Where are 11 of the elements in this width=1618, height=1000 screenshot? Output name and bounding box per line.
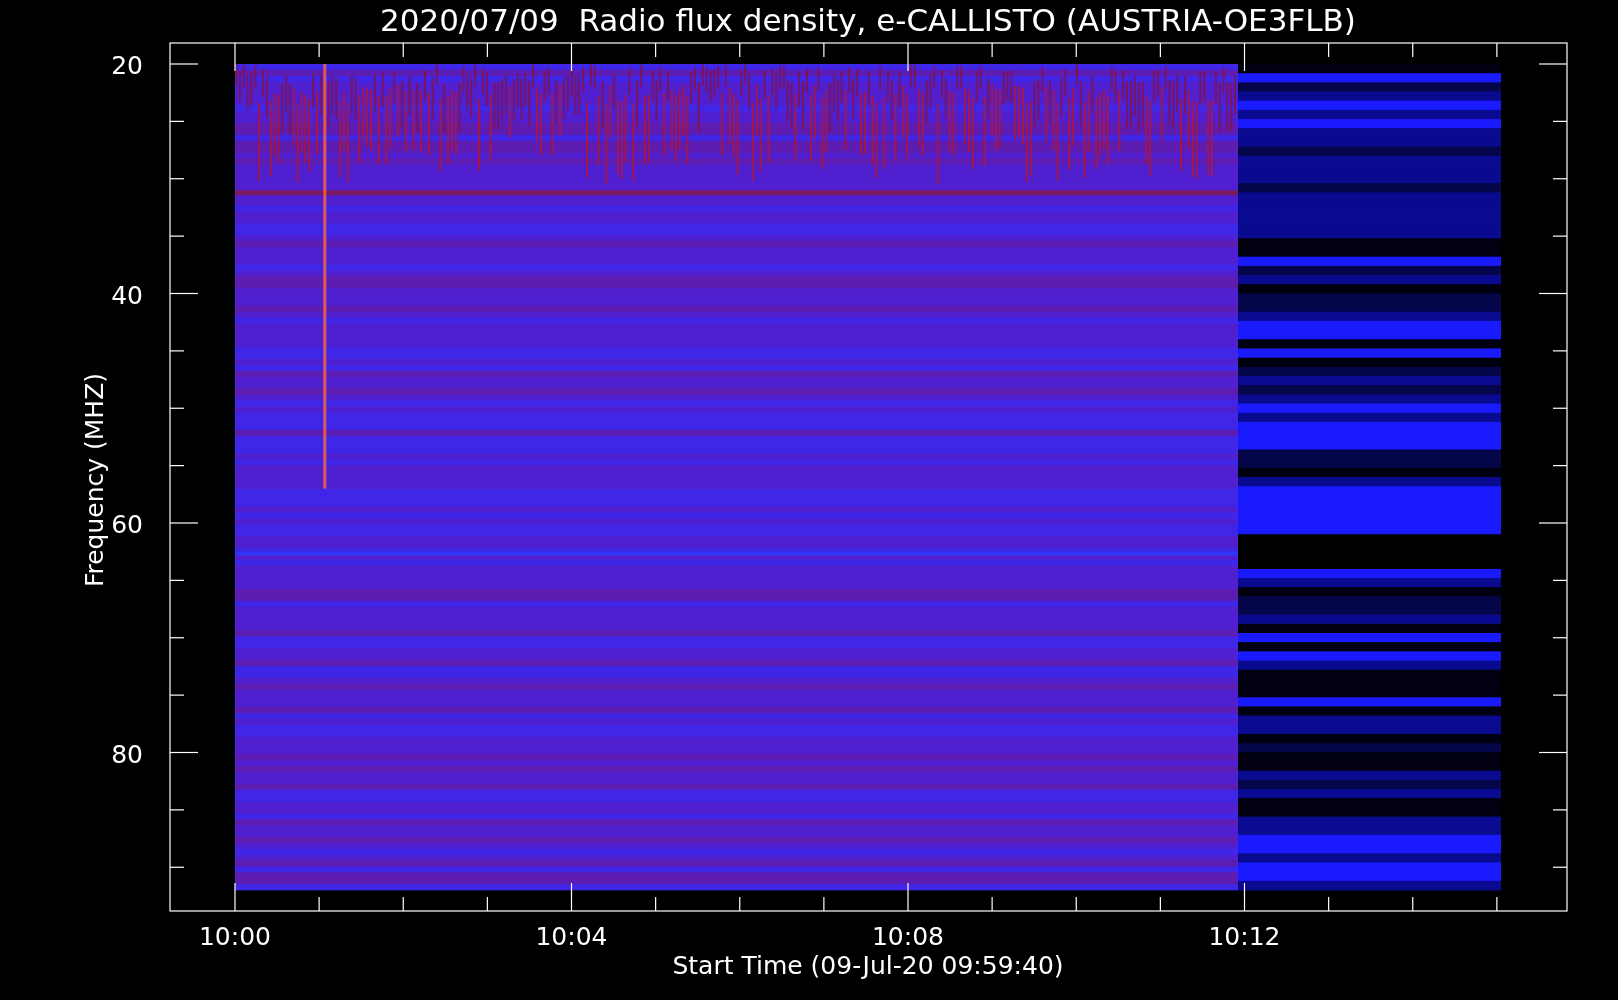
y-tick-label: 80 <box>111 739 143 769</box>
x-tick-label: 10:04 <box>535 922 608 951</box>
x-tick-label: 10:08 <box>872 922 944 951</box>
x-tick-label: 10:00 <box>199 922 271 951</box>
y-tick-label: 60 <box>111 510 143 539</box>
y-tick-label: 20 <box>111 51 143 80</box>
chart-title: 2020/07/09 Radio flux density, e-CALLISTO (AUSTRIA-OE3FLB) <box>380 2 1356 38</box>
y-axis-label: Frequency (MHZ) <box>80 372 109 588</box>
y-tick-label: 40 <box>111 280 143 310</box>
x-axis-label: Start Time (09-Jul-20 09:59:40) <box>672 951 1064 980</box>
x-tick-label: 10:12 <box>1208 922 1281 951</box>
